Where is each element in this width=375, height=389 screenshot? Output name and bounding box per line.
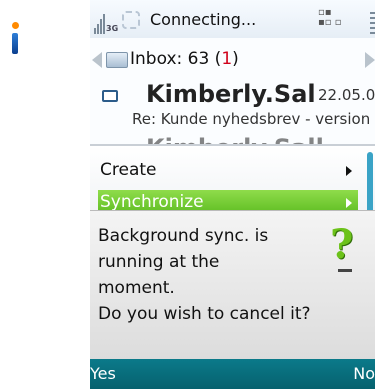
phone-screen: 3G Connecting... ▫▪ ▪▫ ▫ Inbox: 63 (1) Ki… — [90, 0, 375, 389]
info-icon — [10, 22, 19, 54]
connecting-icon — [122, 11, 140, 29]
dialog-line: Background sync. is — [98, 226, 269, 246]
softkey-bar: Yes No — [90, 359, 375, 389]
submenu-arrow-icon — [346, 198, 352, 208]
message-sender: Kimberly.Sall — [146, 80, 314, 108]
confirmation-dialog: Background sync. is running at the momen… — [90, 210, 375, 361]
status-text: Connecting... — [150, 10, 257, 29]
battery-icon — [367, 12, 375, 34]
question-icon: ? — [330, 225, 360, 285]
signal-icon — [94, 12, 106, 34]
network-type: 3G — [106, 24, 119, 33]
menu-item-label: Synchronize — [100, 192, 204, 212]
nav-left-arrow-icon[interactable] — [92, 52, 102, 68]
status-bar: 3G Connecting... ▫▪ ▪▫ ▫ — [90, 0, 375, 38]
menu-item-create[interactable]: Create — [98, 158, 358, 184]
folder-title-suffix: ) — [232, 49, 239, 69]
folder-title-text: Inbox: 63 ( — [130, 49, 222, 69]
message-icon — [102, 90, 118, 102]
info-icon-dot — [12, 22, 19, 29]
message-subject: Re: Kunde nyhedsbrev - version — [132, 110, 371, 128]
info-icon-bar — [12, 33, 18, 54]
folder-title: Inbox: 63 (1) — [130, 49, 239, 69]
folder-nav-bar: Inbox: 63 (1) — [90, 46, 375, 74]
message-date: 22.05.08 — [318, 86, 375, 104]
dialog-line: running at the — [98, 252, 220, 272]
network-activity-icon: ▫▪ ▪▫ ▫ — [318, 7, 342, 28]
menu-item-label: Create — [100, 160, 157, 180]
mailbox-icon — [106, 52, 128, 68]
nav-right-arrow-icon[interactable] — [365, 52, 375, 68]
dialog-line: moment. — [98, 278, 175, 298]
dialog-line: Do you wish to cancel it? — [98, 304, 311, 324]
no-softkey[interactable]: No — [353, 364, 375, 383]
yes-softkey[interactable]: Yes — [90, 364, 116, 383]
unread-count: 1 — [221, 49, 233, 69]
submenu-arrow-icon — [346, 166, 352, 176]
menu-scrollbar[interactable] — [367, 152, 373, 214]
dialog-message: Background sync. is running at the momen… — [98, 223, 318, 327]
